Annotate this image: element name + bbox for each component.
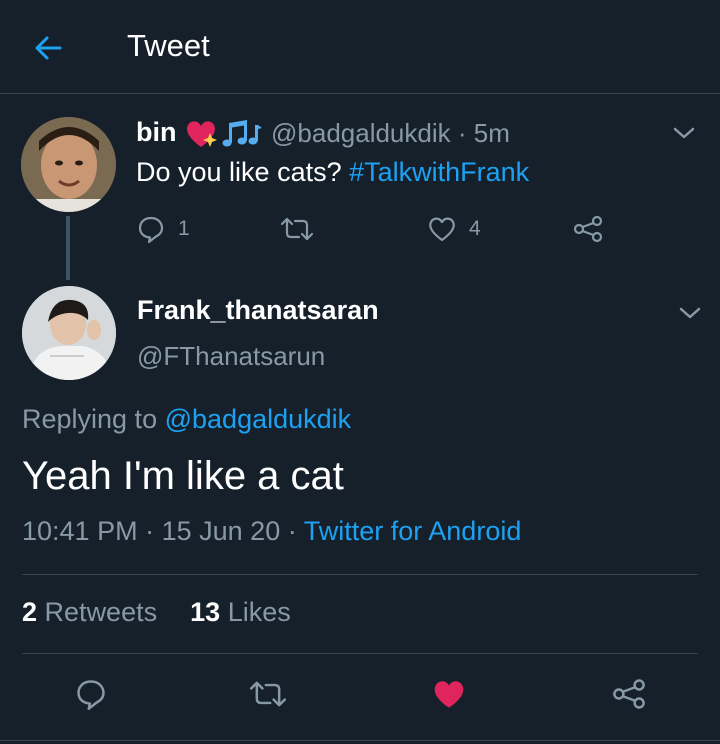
- engagement-stats: 2 Retweets 13 Likes: [22, 597, 291, 628]
- retweets-label: Retweets: [44, 597, 158, 627]
- retweet-icon: [250, 681, 286, 707]
- reply-icon: [77, 680, 105, 710]
- tweet-metadata: 10:41 PM · 15 Jun 20 · Twitter for Andro…: [22, 516, 521, 547]
- thread-connector: [66, 216, 70, 280]
- reply-button[interactable]: 1: [136, 214, 190, 244]
- chevron-down-icon[interactable]: [677, 300, 703, 326]
- avatar[interactable]: [22, 286, 116, 380]
- client-link[interactable]: Twitter for Android: [304, 516, 522, 546]
- divider: [0, 740, 720, 741]
- share-button[interactable]: [572, 214, 604, 244]
- replying-handle-link[interactable]: @badgaldukdik: [165, 404, 352, 434]
- tweet-date[interactable]: 15 Jun 20: [162, 516, 281, 546]
- like-button[interactable]: 4: [427, 214, 481, 244]
- replying-prefix: Replying to: [22, 404, 158, 434]
- sparkling-heart-emoji: [187, 121, 217, 147]
- tweet-text: Yeah I'm like a cat: [22, 454, 344, 498]
- avatar[interactable]: [21, 117, 116, 212]
- likes-stat[interactable]: 13 Likes: [190, 597, 291, 627]
- replying-to: Replying to @badgaldukdik: [22, 404, 351, 435]
- chevron-down-icon[interactable]: [671, 120, 697, 146]
- back-arrow-icon[interactable]: [30, 30, 66, 66]
- tweet-text-body: Do you like cats?: [136, 157, 342, 187]
- tweet-time[interactable]: 10:41 PM: [22, 516, 138, 546]
- reply-icon: [138, 216, 164, 244]
- musical-notes-emoji: [222, 120, 262, 147]
- author-name[interactable]: bin: [136, 117, 177, 148]
- share-icon: [573, 215, 603, 243]
- likes-label: Likes: [227, 597, 291, 627]
- retweet-count: 2: [22, 597, 38, 627]
- like-count: 4: [469, 217, 481, 240]
- hashtag-link[interactable]: #TalkwithFrank: [349, 157, 529, 187]
- separator-dot: ·: [287, 516, 297, 546]
- retweet-button[interactable]: [249, 677, 287, 711]
- retweet-icon: [280, 217, 314, 241]
- tweet-text: Do you like cats? #TalkwithFrank: [136, 157, 529, 188]
- like-button[interactable]: [431, 677, 467, 711]
- share-button[interactable]: [611, 677, 647, 711]
- divider: [22, 574, 698, 575]
- author-handle[interactable]: @badgaldukdik · 5m: [271, 118, 510, 149]
- author-handle[interactable]: @FThanatsarun: [137, 341, 325, 372]
- retweets-stat[interactable]: 2 Retweets: [22, 597, 157, 627]
- page-title: Tweet: [127, 28, 210, 63]
- reply-button[interactable]: [74, 677, 108, 711]
- name-emojis: [184, 117, 264, 151]
- divider: [22, 653, 698, 654]
- heart-outline-icon: [429, 217, 455, 242]
- heart-filled-icon: [434, 681, 464, 708]
- top-bar: Tweet: [0, 0, 720, 94]
- likes-count: 13: [190, 597, 221, 627]
- author-name[interactable]: Frank_thanatsaran: [137, 295, 379, 326]
- retweet-button[interactable]: [280, 214, 314, 244]
- reply-count: 1: [178, 217, 190, 240]
- separator-dot: ·: [145, 516, 155, 546]
- share-icon: [613, 679, 645, 709]
